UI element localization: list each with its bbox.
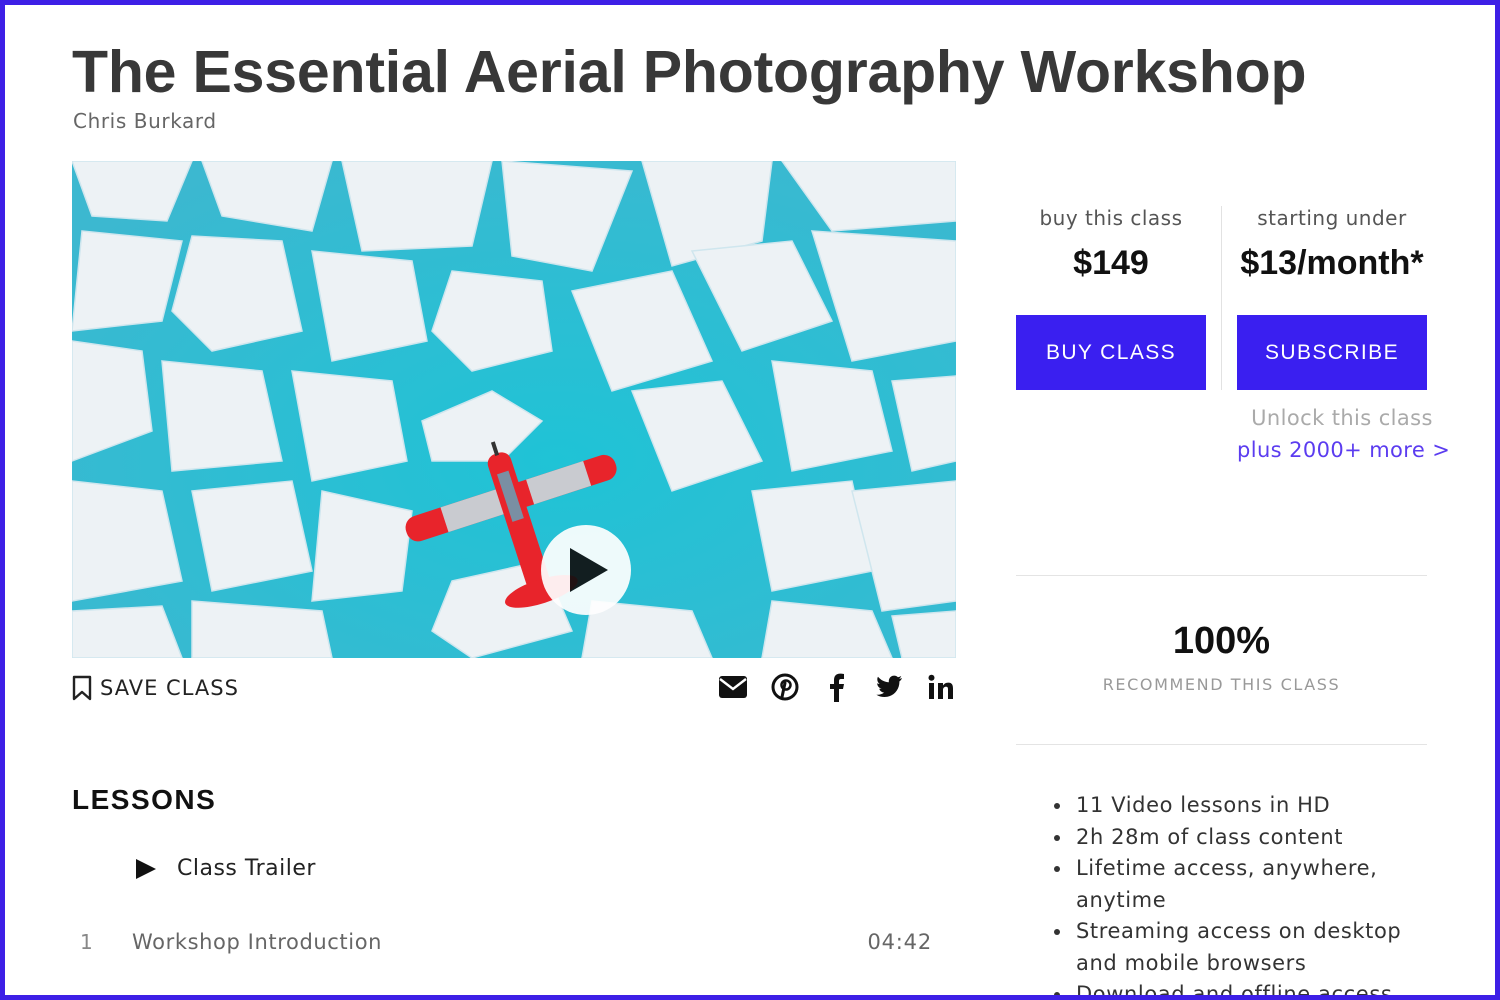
lesson-title: Workshop Introduction [132,930,383,954]
save-class-label: SAVE CLASS [100,676,239,700]
play-icon [570,548,608,592]
email-icon[interactable] [718,672,748,702]
feature-list: 11 Video lessons in HD 2h 28m of class c… [1052,790,1432,1000]
lesson-duration: 04:42 [867,930,932,954]
buy-option: buy this class $149 [1016,206,1206,283]
panel-divider [1016,575,1427,576]
panel-divider [1016,744,1427,745]
pinterest-icon[interactable] [770,672,800,702]
save-class-button[interactable]: SAVE CLASS [72,675,239,701]
author-name: Chris Burkard [73,109,217,133]
option-divider [1221,206,1222,390]
subscribe-price: $13/month* [1240,244,1424,282]
play-icon [136,858,156,879]
subscribe-label: starting under [1257,206,1407,230]
facebook-icon[interactable] [822,672,852,702]
lessons-heading: LESSONS [72,784,217,815]
more-classes-link[interactable]: plus 2000+ more > [1237,438,1450,462]
recommend-percent: 100% [1172,620,1271,662]
feature-item: Download and offline access [1052,979,1432,1000]
buy-price: $149 [1073,244,1149,282]
video-thumbnail [72,161,956,658]
linkedin-icon[interactable] [926,672,956,702]
buy-class-button[interactable]: BUY CLASS [1016,315,1206,390]
lesson-row[interactable]: 1 Workshop Introduction 04:42 [80,930,932,954]
feature-item: Streaming access on desktop and mobile b… [1052,916,1432,979]
buy-label: buy this class [1039,206,1183,230]
class-trailer-label: Class Trailer [177,856,316,881]
video-player[interactable] [72,161,956,658]
twitter-icon[interactable] [874,672,904,702]
share-bar [718,672,956,702]
page-title: The Essential Aerial Photography Worksho… [72,39,1307,105]
class-trailer-item[interactable]: Class Trailer [135,856,316,881]
subscribe-option: starting under $13/month* [1237,206,1427,283]
feature-item: 11 Video lessons in HD [1052,790,1432,822]
feature-item: Lifetime access, anywhere, anytime [1052,853,1432,916]
unlock-text: Unlock this class [1251,406,1433,430]
lesson-number: 1 [80,930,93,954]
subscribe-button[interactable]: SUBSCRIBE [1237,315,1427,390]
recommend-label: RECOMMEND THIS CLASS [1102,675,1341,694]
feature-item: 2h 28m of class content [1052,822,1432,854]
bookmark-icon [72,675,92,701]
play-button[interactable] [541,525,631,615]
